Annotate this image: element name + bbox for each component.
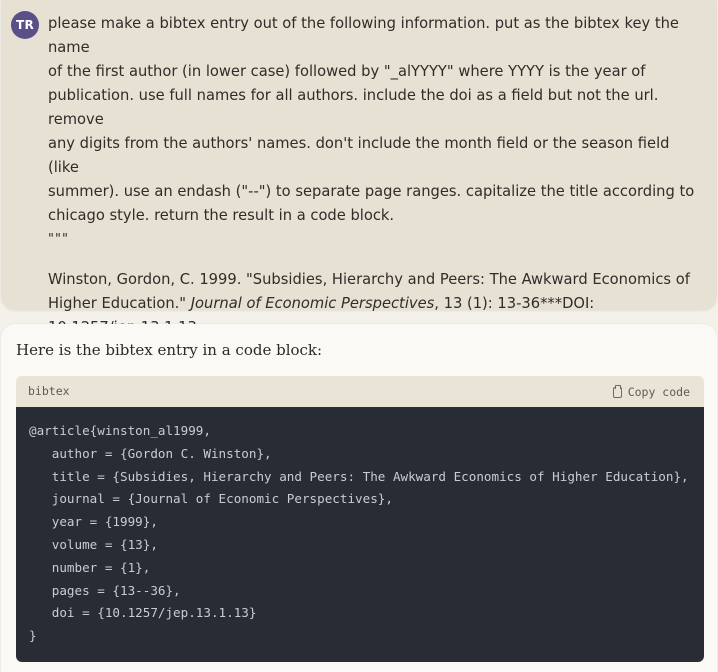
code-line: }: [29, 628, 37, 644]
clipboard-icon: [612, 384, 622, 398]
prompt-line: of the first author (in lower case) foll…: [48, 63, 646, 80]
code-line: year = {1999},: [29, 514, 158, 530]
prompt-line: please make a bibtex entry out of the fo…: [48, 15, 679, 56]
user-avatar: TR: [11, 11, 39, 39]
code-line: number = {1},: [29, 559, 151, 575]
code-line: journal = {Journal of Economic Perspecti…: [29, 491, 393, 507]
code-line: doi = {10.1257/jep.13.1.13}: [29, 605, 257, 621]
code-line: volume = {13},: [29, 536, 158, 552]
code-content: @article{winston_al1999, author = {Gordo…: [29, 420, 689, 648]
citation-journal: Journal of Economic Perspectives: [190, 295, 435, 312]
prompt-line: publication. use full names for all auth…: [48, 87, 659, 128]
prompt-line: any digits from the authors' names. don'…: [48, 135, 670, 176]
code-line: @article{winston_al1999,: [29, 423, 211, 438]
copy-code-button[interactable]: Copy code: [612, 382, 690, 402]
code-block[interactable]: @article{winston_al1999, author = {Gordo…: [16, 407, 704, 662]
citation-text: Higher Education.": [48, 295, 191, 312]
citation-line: Winston, Gordon, C. 1999. "Subsidies, Hi…: [48, 271, 690, 288]
citation-line: Higher Education." Journal of Economic P…: [48, 292, 703, 316]
prompt-line: summer). use an endash ("--") to separat…: [48, 183, 695, 200]
assistant-message: Here is the bibtex entry in a code block…: [1, 324, 717, 672]
user-message-text: please make a bibtex entry out of the fo…: [48, 12, 703, 368]
prompt-line: chicago style. return the result in a co…: [48, 207, 395, 224]
citation-text: , 13 (1): 13-36***DOI:: [434, 295, 595, 312]
assistant-intro: Here is the bibtex entry in a code block…: [16, 341, 323, 359]
quote-open: """: [48, 232, 69, 247]
code-line: title = {Subsidies, Hierarchy and Peers:…: [29, 468, 689, 484]
user-message: TR please make a bibtex entry out of the…: [1, 0, 717, 363]
code-language-label: bibtex: [28, 384, 70, 398]
code-block-header: bibtex Copy code: [16, 376, 704, 407]
copy-code-label: Copy code: [627, 385, 690, 399]
code-line: pages = {13--36},: [29, 582, 181, 598]
code-line: author = {Gordon C. Winston},: [29, 445, 272, 461]
